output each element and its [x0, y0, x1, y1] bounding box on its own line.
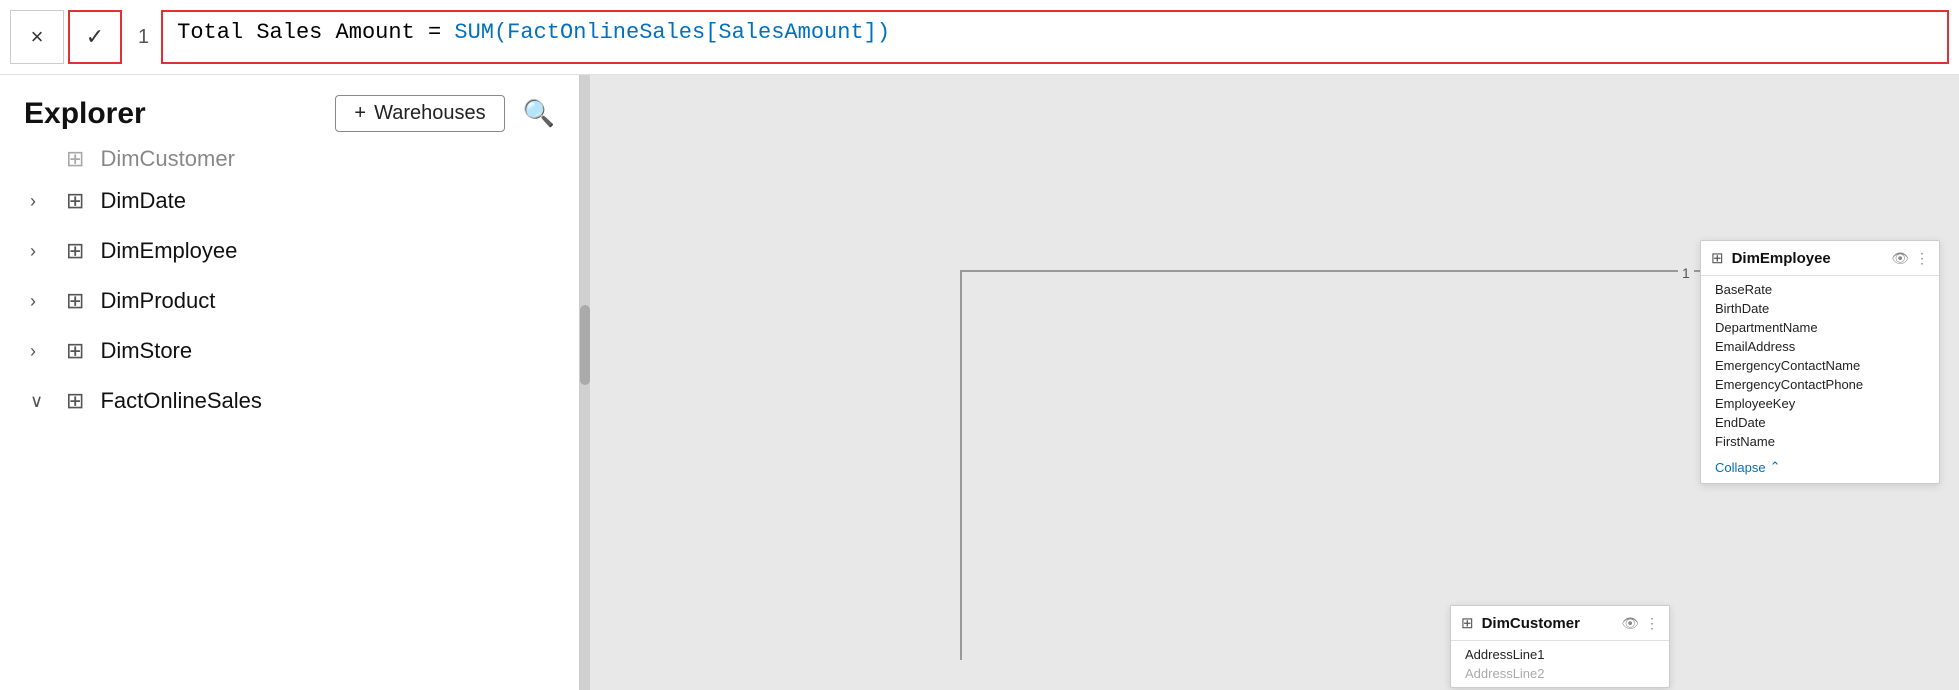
main-area: Explorer + Warehouses 🔍 ⊞ DimCustomer ›: [0, 75, 1959, 690]
chevron-icon: ›: [30, 341, 50, 362]
item-label: DimCustomer: [100, 146, 234, 172]
item-label: DimEmployee: [100, 238, 237, 264]
sidebar-title: Explorer: [24, 97, 146, 131]
formula-text-function: SUM(FactOnlineSales[SalesAmount]): [454, 20, 890, 45]
sidebar-item-dimemployee[interactable]: › ⊞ DimEmployee: [0, 226, 579, 276]
item-label: DimDate: [100, 188, 186, 214]
sidebar-scrollbar-thumb[interactable]: [580, 305, 590, 385]
formula-input[interactable]: Total Sales Amount = SUM(FactOnlineSales…: [161, 10, 1949, 64]
table-icon: ⊞: [66, 146, 84, 172]
card-more-icon[interactable]: ⋮: [1915, 250, 1929, 267]
card-actions: 👁 ⋮: [1891, 250, 1929, 267]
item-label: FactOnlineSales: [100, 388, 261, 414]
chevron-icon: ›: [30, 291, 50, 312]
sidebar-item-dimstore[interactable]: › ⊞ DimStore: [0, 326, 579, 376]
card-title: DimCustomer: [1482, 615, 1614, 632]
card-fields: BaseRate BirthDate DepartmentName EmailA…: [1701, 276, 1939, 455]
card-actions: 👁 ⋮: [1621, 615, 1659, 632]
sidebar-actions: + Warehouses 🔍: [335, 95, 555, 132]
card-eye-icon[interactable]: 👁: [1621, 615, 1639, 632]
line-number: 1: [122, 26, 161, 49]
table-card-icon: ⊞: [1711, 249, 1724, 267]
dim-employee-card: ⊞ DimEmployee 👁 ⋮ BaseRate BirthDate Dep…: [1700, 240, 1940, 484]
chevron-icon: ›: [30, 241, 50, 262]
connection-line-h: [960, 270, 1720, 272]
canvas-area: 1 ⊞ DimEmployee 👁 ⋮ BaseRate BirthDate D…: [580, 75, 1959, 690]
table-field: EmployeeKey: [1701, 394, 1939, 413]
dim-customer-card: ⊞ DimCustomer 👁 ⋮ AddressLine1 AddressLi…: [1450, 605, 1670, 688]
chevron-icon: ∨: [30, 391, 50, 412]
card-header: ⊞ DimEmployee 👁 ⋮: [1701, 241, 1939, 276]
table-field: BirthDate: [1701, 299, 1939, 318]
sidebar-item-factonlinesales[interactable]: ∨ ⊞ FactOnlineSales: [0, 376, 579, 426]
table-icon: ⊞: [66, 288, 84, 314]
connection-label: 1: [1678, 265, 1694, 281]
table-field: AddressLine2: [1451, 664, 1669, 683]
confirm-button[interactable]: ✓: [68, 10, 122, 64]
search-button[interactable]: 🔍: [523, 98, 555, 129]
add-icon: +: [354, 102, 366, 125]
cancel-icon: ×: [31, 24, 44, 50]
table-field: EmailAddress: [1701, 337, 1939, 356]
item-label: DimProduct: [100, 288, 215, 314]
sidebar-header: Explorer + Warehouses 🔍: [0, 75, 579, 142]
table-field: EmergencyContactPhone: [1701, 375, 1939, 394]
formula-text-static: Total Sales Amount =: [177, 20, 454, 45]
collapse-chevron-icon: ⌃: [1770, 459, 1781, 475]
confirm-icon: ✓: [86, 24, 104, 50]
table-icon: ⊞: [66, 238, 84, 264]
table-icon: ⊞: [66, 338, 84, 364]
chevron-icon: ›: [30, 191, 50, 212]
sidebar-item-dimproduct[interactable]: › ⊞ DimProduct: [0, 276, 579, 326]
card-eye-icon[interactable]: 👁: [1891, 250, 1909, 267]
sidebar-scrollbar[interactable]: [580, 75, 590, 690]
warehouses-button[interactable]: + Warehouses: [335, 95, 504, 132]
collapse-label: Collapse: [1715, 460, 1766, 475]
item-label: DimStore: [100, 338, 192, 364]
table-card-icon: ⊞: [1461, 614, 1474, 632]
formula-bar: × ✓ 1 Total Sales Amount = SUM(FactOnlin…: [0, 0, 1959, 75]
table-field: EndDate: [1701, 413, 1939, 432]
card-collapse-button[interactable]: Collapse ⌃: [1701, 455, 1939, 483]
table-field: BaseRate: [1701, 280, 1939, 299]
sidebar-item-dimdate[interactable]: › ⊞ DimDate: [0, 176, 579, 226]
table-field: FirstName: [1701, 432, 1939, 451]
sidebar: Explorer + Warehouses 🔍 ⊞ DimCustomer ›: [0, 75, 580, 690]
sidebar-list: ⊞ DimCustomer › ⊞ DimDate › ⊞ DimEmploye…: [0, 142, 579, 690]
card-header: ⊞ DimCustomer 👁 ⋮: [1451, 606, 1669, 641]
card-fields: AddressLine1 AddressLine2: [1451, 641, 1669, 687]
table-icon: ⊞: [66, 188, 84, 214]
table-icon: ⊞: [66, 388, 84, 414]
table-field: EmergencyContactName: [1701, 356, 1939, 375]
table-field: AddressLine1: [1451, 645, 1669, 664]
card-title: DimEmployee: [1732, 250, 1884, 267]
cancel-button[interactable]: ×: [10, 10, 64, 64]
sidebar-item-dimcustomer-partial[interactable]: ⊞ DimCustomer: [0, 142, 579, 176]
warehouses-label: Warehouses: [374, 102, 486, 125]
connection-line-v: [960, 270, 962, 660]
search-icon: 🔍: [523, 98, 555, 128]
table-field: DepartmentName: [1701, 318, 1939, 337]
card-more-icon[interactable]: ⋮: [1645, 615, 1659, 632]
